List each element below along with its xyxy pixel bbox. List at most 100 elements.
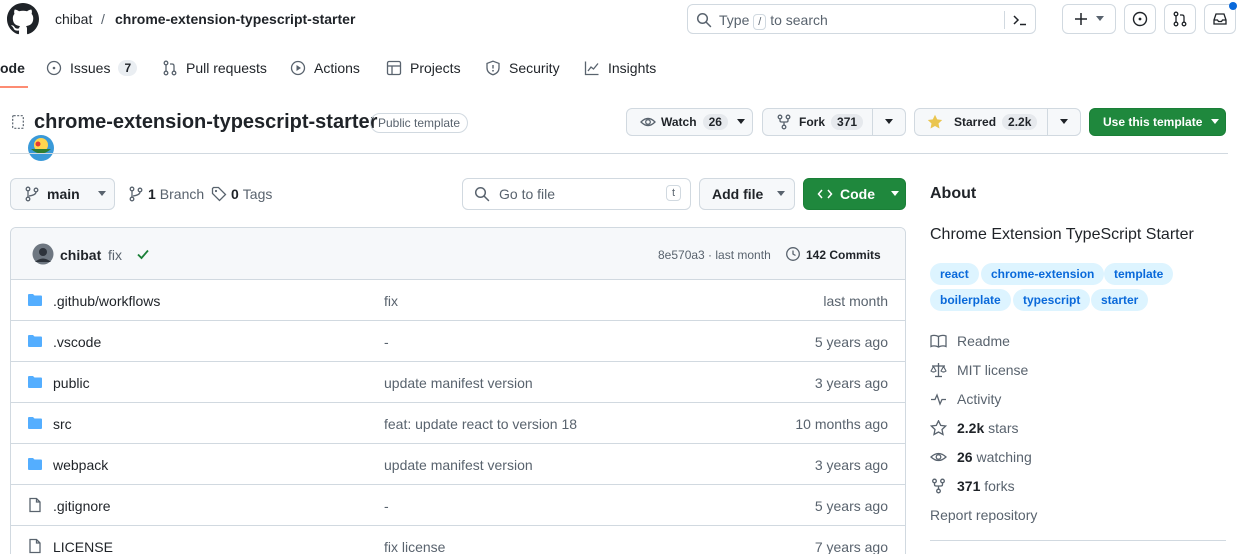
eye-icon — [640, 114, 656, 130]
commit-message[interactable]: - — [384, 498, 389, 514]
file-name[interactable]: .vscode — [53, 334, 101, 350]
chevron-down-icon — [97, 191, 106, 197]
commit-message[interactable]: fix — [108, 247, 122, 263]
stars-count: 2.2k — [957, 420, 985, 436]
commit-hash-time[interactable]: 8e570a3 · last month — [658, 248, 771, 262]
stars-link[interactable]: 2.2k stars — [930, 420, 1018, 436]
commit-date: 3 years ago — [814, 457, 888, 473]
go-to-file-input[interactable]: Go to file t — [462, 178, 691, 210]
activity-link[interactable]: Activity — [930, 391, 1001, 407]
watch-button[interactable]: Watch 26 — [626, 108, 753, 136]
git-branch-icon — [24, 186, 40, 202]
topic-tag[interactable]: typescript — [1013, 289, 1091, 311]
watch-count: 26 — [702, 114, 728, 130]
topic-tag[interactable]: boilerplate — [930, 289, 1011, 311]
topic-tag[interactable]: chrome-extension — [981, 263, 1105, 285]
code-button[interactable]: Code — [803, 178, 906, 210]
file-name[interactable]: src — [53, 416, 72, 432]
table-row[interactable]: .github/workflows fix last month — [11, 280, 905, 321]
avatar[interactable] — [32, 243, 54, 265]
tab-issues[interactable]: Issues 7 — [46, 58, 138, 78]
branches-link[interactable]: 1 Branch — [128, 186, 204, 202]
watchers-link[interactable]: 26 watching — [930, 449, 1032, 465]
code-icon — [817, 186, 833, 202]
report-repository-link[interactable]: Report repository — [930, 507, 1037, 523]
commits-link[interactable]: 142 Commits — [806, 248, 881, 262]
repo-template-icon — [12, 115, 24, 129]
branch-name: main — [47, 186, 80, 202]
fork-button[interactable]: Fork 371 — [762, 108, 906, 136]
file-name[interactable]: webpack — [53, 457, 108, 473]
star-fill-icon — [927, 114, 943, 130]
commit-message[interactable]: - — [384, 334, 389, 350]
breadcrumb-owner[interactable]: chibat — [55, 11, 92, 27]
commit-author[interactable]: chibat — [60, 247, 101, 263]
table-row[interactable]: .gitignore - 5 years ago — [11, 485, 905, 526]
table-row[interactable]: src feat: update react to version 18 10 mo… — [11, 403, 905, 444]
table-row[interactable]: webpack update manifest version 3 years ag… — [11, 444, 905, 485]
add-file-button[interactable]: Add file — [699, 178, 795, 210]
file-name[interactable]: .gitignore — [53, 498, 111, 514]
tab-pull-requests[interactable]: Pull requests — [162, 58, 267, 78]
topic-tag[interactable]: template — [1104, 263, 1174, 285]
inbox-icon — [1212, 11, 1228, 27]
use-template-label: Use this template — [1103, 115, 1203, 129]
pull-requests-shortcut-button[interactable] — [1164, 4, 1196, 34]
use-template-button[interactable]: Use this template — [1089, 108, 1226, 136]
commit-message[interactable]: feat: update react to version 18 — [384, 416, 577, 432]
create-new-button[interactable] — [1062, 4, 1116, 34]
command-palette-icon[interactable] — [1011, 12, 1029, 28]
tab-projects[interactable]: Projects — [386, 58, 461, 78]
chevron-down-icon — [891, 191, 899, 197]
readme-link[interactable]: Readme — [930, 333, 1010, 349]
commit-message[interactable]: update manifest version — [384, 457, 533, 473]
inbox-button[interactable] — [1204, 2, 1237, 34]
tab-security[interactable]: Security — [485, 58, 560, 78]
tab-pull-requests-label: Pull requests — [186, 60, 267, 76]
github-logo-icon[interactable] — [7, 3, 39, 35]
issues-shortcut-button[interactable] — [1124, 4, 1156, 34]
git-pull-request-icon — [1172, 11, 1188, 27]
breadcrumb-repo[interactable]: chrome-extension-typescript-starter — [115, 11, 355, 27]
tags-count: 0 — [231, 186, 239, 202]
license-link[interactable]: MIT license — [930, 362, 1028, 378]
topic-tag[interactable]: starter — [1091, 289, 1149, 311]
forks-label: forks — [984, 478, 1015, 494]
watching-count: 26 — [957, 449, 973, 465]
tab-code[interactable]: ode — [0, 58, 25, 78]
search-icon — [474, 186, 490, 202]
tab-insights-label: Insights — [608, 60, 657, 76]
check-icon[interactable] — [136, 247, 150, 261]
tags-link[interactable]: 0 Tags — [211, 186, 272, 202]
tab-actions[interactable]: Actions — [290, 58, 360, 78]
commit-message[interactable]: fix license — [384, 539, 445, 554]
header-divider — [10, 153, 1228, 154]
fork-label: Fork — [799, 115, 826, 129]
file-name[interactable]: LICENSE — [53, 539, 113, 554]
commit-message[interactable]: update manifest version — [384, 375, 533, 391]
table-row[interactable]: public update manifest version 3 years ago — [11, 362, 905, 403]
issue-opened-icon — [46, 60, 62, 76]
tab-actions-label: Actions — [314, 60, 360, 76]
search-input[interactable]: Type / to search — [687, 4, 1036, 34]
chevron-down-icon[interactable] — [1047, 109, 1080, 135]
table-row[interactable]: .vscode - 5 years ago — [11, 321, 905, 362]
branch-select-button[interactable]: main — [10, 178, 115, 210]
star-button[interactable]: Starred 2.2k — [914, 108, 1081, 136]
folder-icon — [27, 456, 43, 472]
tab-insights[interactable]: Insights — [584, 58, 656, 78]
repo-title[interactable]: chrome-extension-typescript-starter — [34, 111, 377, 134]
table-row[interactable]: LICENSE fix license 7 years ago — [11, 526, 905, 554]
chevron-down-icon[interactable] — [872, 109, 905, 135]
commit-message[interactable]: fix — [384, 293, 398, 309]
forks-link[interactable]: 371 forks — [930, 478, 1015, 494]
topic-tag[interactable]: react — [930, 263, 979, 285]
commit-date: 5 years ago — [814, 334, 888, 350]
history-icon — [785, 246, 801, 262]
file-name[interactable]: .github/workflows — [53, 293, 160, 309]
repo-forked-icon — [930, 478, 947, 494]
folder-icon — [27, 333, 43, 349]
file-name[interactable]: public — [53, 375, 90, 391]
repo-forked-icon — [776, 114, 792, 130]
pulse-icon — [930, 391, 947, 407]
